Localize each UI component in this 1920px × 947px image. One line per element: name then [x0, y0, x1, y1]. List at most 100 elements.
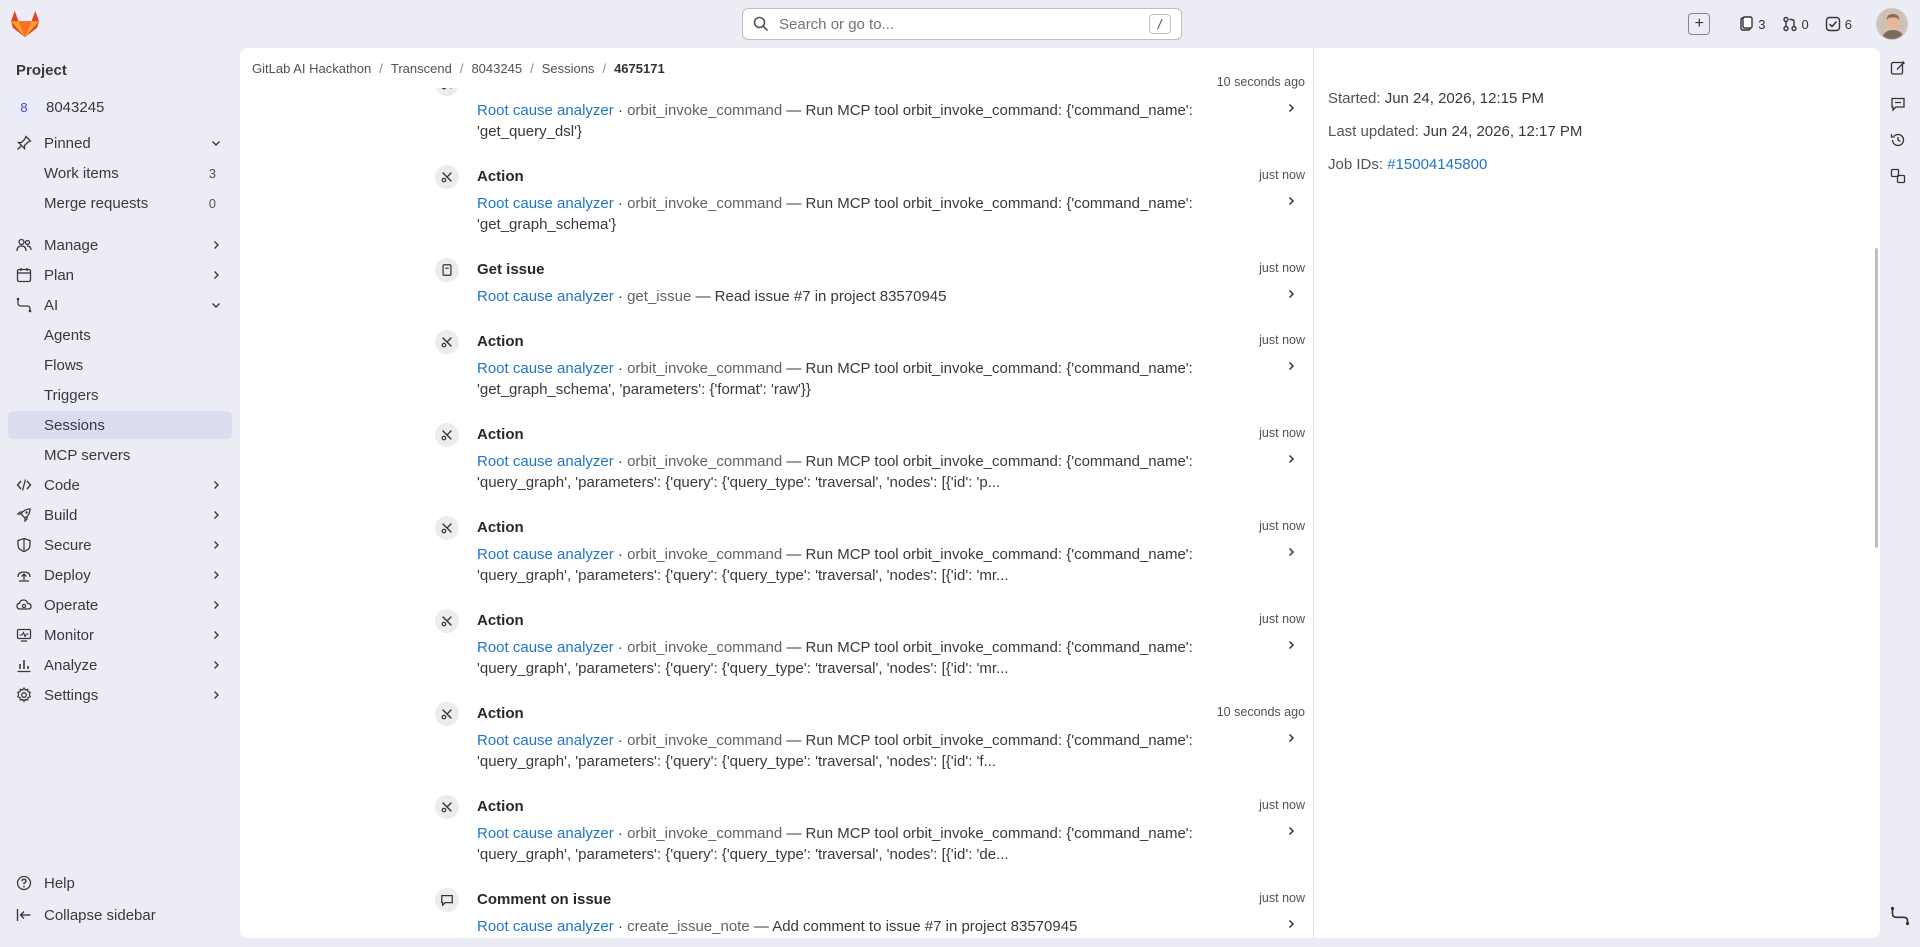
sidebar-project-link[interactable]: 8 8043245 [8, 93, 232, 121]
todos-counter-button[interactable]: 6 [1825, 16, 1852, 32]
activity-description: Root cause analyzer · orbit_invoke_comma… [477, 102, 1193, 140]
action-icon [435, 795, 459, 819]
sidebar-item-flows[interactable]: Flows [8, 351, 232, 379]
activity-description: Root cause analyzer · orbit_invoke_comma… [477, 639, 1193, 677]
search-placeholder: Search or go to... [779, 15, 895, 33]
agent-link[interactable]: Root cause analyzer [477, 195, 614, 212]
chevron-right-icon[interactable] [1285, 453, 1297, 465]
chevron-right-icon [214, 271, 219, 279]
gitlab-logo-icon[interactable] [10, 10, 40, 38]
breadcrumb-item[interactable]: GitLab AI Hackathon [252, 61, 371, 76]
chevron-right-icon[interactable] [1285, 195, 1297, 207]
agent-link[interactable]: Root cause analyzer [477, 825, 614, 842]
merge-requests-counter-button[interactable]: 0 [1782, 16, 1809, 32]
sidebar-item-agents[interactable]: Agents [8, 321, 232, 349]
sidebar-item-merge-requests[interactable]: Merge requests 0 [8, 189, 232, 217]
chevron-right-icon [214, 691, 219, 699]
activity-description: Root cause analyzer · orbit_invoke_comma… [477, 195, 1193, 233]
agent-link[interactable]: Root cause analyzer [477, 360, 614, 377]
tool-name: create_issue_note [627, 918, 750, 935]
edit-button[interactable] [1886, 56, 1910, 80]
sidebar-item-plan[interactable]: Plan [8, 261, 232, 289]
ai-flow-icon[interactable] [1890, 906, 1910, 926]
todo-check-icon [1825, 16, 1840, 32]
issues-counter-button[interactable]: 3 [1738, 16, 1766, 32]
chat-button[interactable] [1886, 92, 1910, 116]
sidebar-item-work-items[interactable]: Work items 3 [8, 159, 232, 187]
activity-title: Action [477, 519, 524, 536]
chevron-right-icon [214, 601, 219, 609]
chevron-right-icon[interactable] [1285, 918, 1297, 930]
sidebar-item-secure[interactable]: Secure [8, 531, 232, 559]
pin-icon [16, 135, 32, 151]
sidebar-item-label: Operate [44, 596, 99, 614]
panel-divider [1313, 48, 1314, 938]
chevron-right-icon [214, 571, 219, 579]
user-avatar[interactable] [1876, 8, 1908, 40]
work-items-count: 3 [208, 165, 216, 181]
agent-link[interactable]: Root cause analyzer [477, 732, 614, 749]
chevron-right-icon[interactable] [1285, 546, 1297, 558]
chevron-right-icon[interactable] [1285, 639, 1297, 651]
agent-link[interactable]: Root cause analyzer [477, 918, 614, 935]
chevron-right-icon[interactable] [1285, 288, 1297, 300]
sidebar-item-label: Code [44, 476, 80, 494]
sidebar-item-deploy[interactable]: Deploy [8, 561, 232, 589]
sidebar-item-label: Secure [44, 536, 92, 554]
user-avatar-image [1877, 9, 1907, 39]
sidebar-item-manage[interactable]: Manage [8, 231, 232, 259]
breadcrumb-item[interactable]: Sessions [542, 61, 595, 76]
sidebar-item-label: Deploy [44, 566, 91, 584]
sidebar-item-analyze[interactable]: Analyze [8, 651, 232, 679]
activity-title: Action [477, 798, 524, 815]
activity-title: Action [477, 612, 524, 629]
rocket-icon [16, 508, 31, 523]
agent-link[interactable]: Root cause analyzer [477, 546, 614, 563]
sidebar-item-pinned[interactable]: Pinned [8, 129, 232, 157]
updated-row: Last updated: Jun 24, 2026, 12:17 PM [1328, 123, 1582, 140]
activity-title: Action [477, 168, 524, 185]
agent-link[interactable]: Root cause analyzer [477, 639, 614, 656]
sidebar: Project 8 8043245 Pinned Work items 3 Me… [0, 48, 240, 947]
history-button[interactable] [1886, 128, 1910, 152]
sidebar-help-button[interactable]: Help [8, 869, 232, 897]
deploy-icon [17, 571, 31, 582]
activity-time: 10 seconds ago [1216, 705, 1305, 719]
chevron-right-icon[interactable] [1285, 360, 1297, 372]
sidebar-item-monitor[interactable]: Monitor [8, 621, 232, 649]
job-id-link[interactable]: #15004145800 [1387, 156, 1487, 173]
sidebar-item-mcp-servers[interactable]: MCP servers [8, 441, 232, 469]
sidebar-item-sessions[interactable]: Sessions [8, 411, 232, 439]
chevron-right-icon[interactable] [1285, 825, 1297, 837]
tool-name: orbit_invoke_command [627, 732, 783, 749]
chevron-right-icon[interactable] [1285, 102, 1297, 114]
right-rail [1886, 56, 1912, 200]
sidebar-item-triggers[interactable]: Triggers [8, 381, 232, 409]
tool-name: orbit_invoke_command [627, 546, 783, 563]
agent-link[interactable]: Root cause analyzer [477, 453, 614, 470]
chevron-right-icon[interactable] [1285, 732, 1297, 744]
gear-icon [16, 687, 32, 703]
sidebar-item-code[interactable]: Code [8, 471, 232, 499]
activity-time: 10 seconds ago [1216, 75, 1305, 89]
scrollbar[interactable] [1875, 248, 1878, 548]
sidebar-item-settings[interactable]: Settings [8, 681, 232, 709]
issues-icon [1740, 16, 1753, 31]
breadcrumb-item[interactable]: Transcend [391, 61, 452, 76]
agent-link[interactable]: Root cause analyzer [477, 102, 614, 119]
breadcrumb-item[interactable]: 8043245 [471, 61, 522, 76]
activity-time: just now [1259, 333, 1305, 347]
sidebar-item-label: Manage [44, 236, 99, 254]
sidebar-item-ai[interactable]: AI [8, 291, 232, 319]
collapse-sidebar-button[interactable]: Collapse sidebar [8, 901, 232, 929]
sidebar-item-label: Sessions [44, 416, 105, 434]
search-input[interactable]: Search or go to... / [742, 8, 1182, 40]
tool-name: get_issue [627, 288, 692, 305]
agent-link[interactable]: Root cause analyzer [477, 288, 614, 305]
sidebar-item-build[interactable]: Build [8, 501, 232, 529]
job-ids-row: Job IDs: #15004145800 [1328, 156, 1487, 173]
breadcrumb: GitLab AI Hackathon / Transcend/ 8043245/… [252, 48, 665, 88]
sidebar-item-operate[interactable]: Operate [8, 591, 232, 619]
compare-button[interactable] [1886, 164, 1910, 188]
create-new-button[interactable]: + [1688, 13, 1711, 35]
